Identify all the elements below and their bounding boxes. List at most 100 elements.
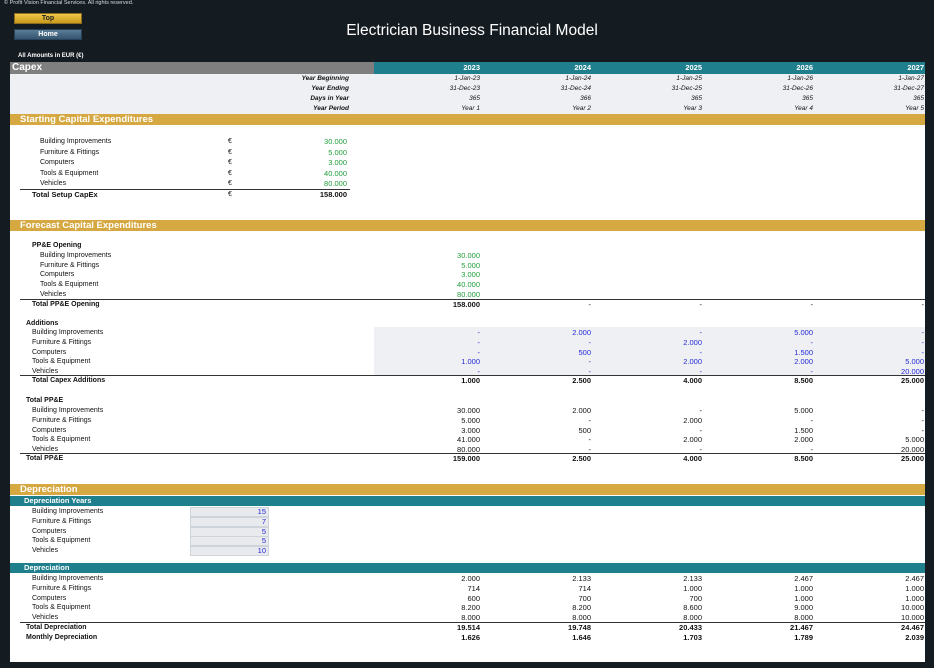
addition-input-building-improvements[interactable]: - [622,328,703,338]
year-header-2024: 2024 [574,63,591,72]
total-ppe-item-tools-and-equipment: Tools & Equipment [32,436,91,444]
additions-total-value: 25.000 [901,376,924,385]
dep-value: 2.467 [905,574,924,583]
starting-item-building-improvements: Building Improvements [40,138,112,145]
starting-total-label: Total Setup CapEx [32,190,98,199]
dep-value: 10.000 [901,603,924,613]
dep-years-value-vehicles[interactable]: 10 [186,546,266,556]
total-ppe-total-value: 2.500 [572,454,591,463]
dep-value: 1.000 [794,583,813,593]
dep-years-value-building-improvements[interactable]: 15 [186,507,266,517]
dep-value: 2.000 [461,574,480,583]
dep-total-value: 24.467 [901,623,924,632]
timeline-label-year-period: Year Period [313,105,349,112]
dep-value: 714 [578,583,591,593]
timeline-year-beginning-value: 1-Jan-25 [676,75,702,82]
addition-input-furniture-and-fittings[interactable]: 2.000 [622,338,702,348]
addition-input-building-improvements[interactable]: - [400,328,481,338]
depreciation-years-band: Depreciation Years [10,496,925,506]
addition-input-computers[interactable]: 500 [511,348,591,358]
dep-value: 1.000 [905,593,924,603]
addition-input-tools-and-equipment[interactable]: 1.000 [400,357,480,367]
total-ppe-value: 5.000 [905,435,924,445]
dep-value: 8.200 [461,603,480,613]
opening-value-furniture-and-fittings: 5.000 [461,260,480,270]
timeline-year-ending-value: 31-Dec-25 [671,85,702,92]
dep-years-value-computers[interactable]: 5 [186,527,266,537]
total-ppe-value: - [810,415,814,425]
addition-input-tools-and-equipment[interactable]: 2.000 [733,357,813,367]
addition-input-computers[interactable]: 1.500 [733,348,813,358]
year-header-2026: 2026 [796,63,813,72]
addition-input-tools-and-equipment[interactable]: - [511,357,592,367]
timeline-year-period-value: Year 3 [683,105,702,112]
total-ppe-value: 5.000 [794,406,813,415]
opening-total-value: - [699,300,703,309]
dep-total-value: 19.514 [457,623,480,632]
year-header-2025: 2025 [685,63,702,72]
opening-total-value: - [810,300,814,309]
timeline-days-in-year-value: 365 [913,95,924,102]
monthly-dep-value: 1.626 [461,633,480,642]
dep-years-value-furniture-and-fittings[interactable]: 7 [186,517,266,527]
addition-input-building-improvements[interactable]: - [844,328,925,338]
page-title: Electrician Business Financial Model [346,22,598,39]
opening-item-tools-and-equipment: Tools & Equipment [40,281,99,289]
timeline-year-ending-value: 31-Dec-23 [449,85,480,92]
timeline-year-ending-value: 31-Dec-24 [560,85,591,92]
dep-total-value: 19.748 [568,623,591,632]
additions-total-value: 1.000 [461,376,480,385]
header-bar: © Profit Vision Financial Services. All … [0,0,934,62]
monthly-dep-label: Monthly Depreciation [26,634,98,641]
dep-years-value-tools-and-equipment[interactable]: 5 [186,536,266,546]
dep-value: 700 [578,593,591,603]
additions-total-value: 2.500 [572,376,591,385]
addition-input-building-improvements[interactable]: 2.000 [511,328,591,338]
timeline-days-in-year-value: 365 [691,95,702,102]
dep-total-label: Total Depreciation [26,624,87,631]
dep-item-furniture-and-fittings: Furniture & Fittings [32,584,92,592]
dep-value: 8.200 [572,603,591,613]
addition-input-furniture-and-fittings[interactable]: - [844,338,925,348]
timeline-label-year-beginning: Year Beginning [301,75,349,82]
dep-years-item-computers: Computers [32,527,67,535]
starting-total-value: 158.000 [319,190,347,199]
total-ppe-item-computers: Computers [32,426,67,434]
capex-title: Capex [12,62,43,73]
addition-input-building-improvements[interactable]: 5.000 [733,328,813,338]
dep-years-item-tools-and-equipment: Tools & Equipment [32,537,91,545]
addition-input-tools-and-equipment[interactable]: 2.000 [622,357,702,367]
starting-value-furniture-and-fittings[interactable]: 5.000 [267,148,347,158]
starting-value-building-improvements[interactable]: 30.000 [267,137,347,147]
currency-symbol: € [228,169,232,177]
depreciation-schedule-band: Depreciation [10,563,925,573]
starting-value-computers[interactable]: 3.000 [267,158,347,168]
starting-value-tools-and-equipment[interactable]: 40.000 [267,169,347,179]
addition-input-tools-and-equipment[interactable]: 5.000 [844,357,924,367]
timeline-year-period-value: Year 1 [461,105,480,112]
dep-item-computers: Computers [32,594,67,602]
dep-value: 9.000 [794,603,813,613]
total-ppe-total-value: 25.000 [901,454,924,463]
addition-item-computers: Computers [32,348,67,356]
addition-input-computers[interactable]: - [622,348,703,358]
addition-input-furniture-and-fittings[interactable]: - [733,338,814,348]
currency-symbol: € [228,180,232,187]
addition-input-furniture-and-fittings[interactable]: - [511,338,592,348]
ppe-opening-title: PP&E Opening [32,242,82,249]
opening-total-value: - [921,300,925,309]
capex-title-band: Capex [10,62,374,74]
total-ppe-value: 1.500 [794,425,813,435]
addition-input-computers[interactable]: - [400,348,481,358]
opening-item-building-improvements: Building Improvements [40,252,112,259]
addition-input-computers[interactable]: - [844,348,925,358]
dep-value: 1.000 [683,583,702,593]
starting-value-vehicles[interactable]: 80.000 [267,179,347,189]
opening-value-tools-and-equipment: 40.000 [457,280,480,290]
total-ppe-value: 3.000 [461,425,480,435]
timeline-year-period-value: Year 4 [794,105,813,112]
capex-sheet: Capex Starting Capital Expenditures Fore… [10,62,925,662]
monthly-dep-value: 1.646 [572,633,591,642]
addition-input-furniture-and-fittings[interactable]: - [400,338,481,348]
dep-value: 1.000 [905,583,924,593]
